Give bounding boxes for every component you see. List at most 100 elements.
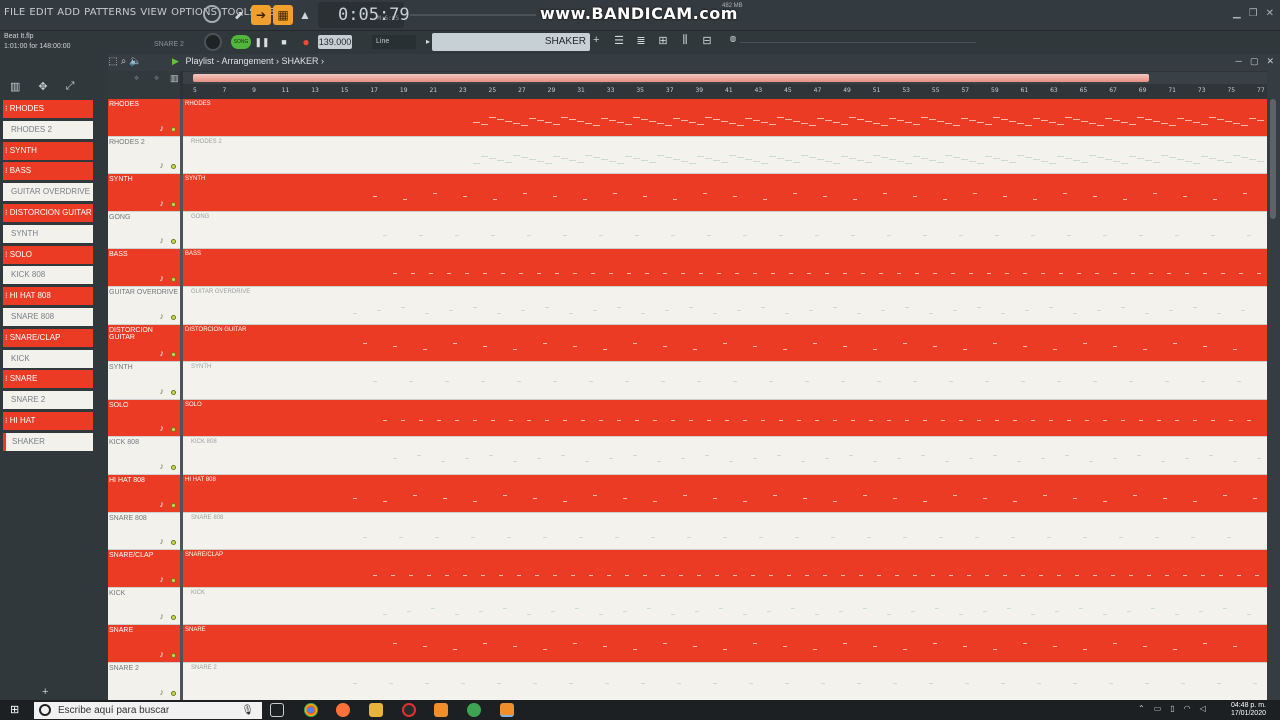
pattern-item[interactable]: ⁝ HI HAT 808	[3, 287, 93, 306]
fl-studio-icon[interactable]	[434, 703, 448, 717]
tempo-display[interactable]: 139.000	[318, 35, 352, 49]
track-header[interactable]: BASS ♪	[108, 249, 180, 287]
network-icon[interactable]: ▭	[1154, 704, 1162, 713]
track-header[interactable]: SYNTH ♪	[108, 362, 180, 400]
track-lane[interactable]: SYNTH	[183, 174, 1267, 212]
record-icon[interactable]: ●	[298, 34, 314, 50]
taskbar-search-box[interactable]: Escribe aquí para buscar 🎙	[34, 702, 262, 719]
menu-item-view[interactable]: VIEW	[140, 7, 167, 18]
pattern-item[interactable]: ⁝ SNARE	[3, 370, 93, 389]
time-display[interactable]: 0:05:79 M:S:CS	[318, 2, 410, 28]
pattern-selector[interactable]: SHAKER	[432, 33, 590, 51]
track-lane[interactable]: RHODES	[183, 99, 1267, 137]
track-mute-led[interactable]	[171, 615, 176, 621]
track-lane[interactable]: BASS	[183, 249, 1267, 287]
track-header[interactable]: DISTORCION GUITAR ♪	[108, 324, 180, 363]
bar-ruler[interactable]: 5 7 9 11 13 15 17 19 21 23 25 27 29 31 33 35 37 39 41 43 45 4…	[183, 85, 1267, 99]
add-pattern-icon[interactable]: +	[593, 34, 599, 46]
playback-tool-icon[interactable]: 🔈	[129, 56, 141, 67]
mixer-icon[interactable]: ⫼	[676, 34, 694, 50]
picker-view-icon[interactable]: ▥	[10, 80, 20, 98]
track-mute-led[interactable]	[171, 201, 176, 207]
bandicam-icon[interactable]	[402, 703, 416, 717]
microphone-icon[interactable]: 🎙	[241, 702, 254, 719]
track-header[interactable]: SNARE/CLAP ♪	[108, 550, 180, 588]
metronome-icon[interactable]: ▲	[295, 5, 315, 25]
menu-item-patterns[interactable]: PATTERNS	[84, 7, 136, 18]
track-mute-led[interactable]	[171, 239, 176, 245]
track-mute-led[interactable]	[171, 126, 176, 132]
track-header[interactable]: SNARE 2 ♪	[108, 663, 180, 701]
horizontal-scroll-thumb[interactable]	[193, 74, 1149, 82]
chrome-icon[interactable]	[304, 703, 318, 717]
pause-icon[interactable]: ❚❚	[254, 34, 270, 50]
pattern-item[interactable]: ⁝ RHODES	[3, 100, 93, 118]
vertical-scroll-thumb[interactable]	[1270, 99, 1276, 219]
track-lane[interactable]: KICK	[183, 587, 1267, 626]
pattern-item[interactable]: ⁝ SOLO	[3, 245, 93, 264]
piano-roll-icon[interactable]: ≣	[632, 34, 650, 50]
pattern-item[interactable]: RHODES 2	[3, 120, 93, 139]
corner-zoom-icon[interactable]: ✥	[154, 75, 159, 82]
track-header[interactable]: RHODES ♪	[108, 99, 180, 137]
pattern-item[interactable]: SYNTH	[3, 224, 93, 243]
step-edit-icon[interactable]: ➔	[251, 5, 271, 25]
pattern-item[interactable]: ⁝ SNARE/CLAP	[3, 328, 93, 347]
windows-start-icon[interactable]: ⊞	[10, 704, 22, 716]
track-mute-led[interactable]	[171, 540, 176, 546]
track-mute-led[interactable]	[171, 690, 176, 696]
wifi-icon[interactable]: ◠	[1184, 704, 1191, 713]
track-lane[interactable]: SYNTH	[183, 362, 1267, 400]
vertical-scrollbar[interactable]	[1267, 71, 1280, 700]
pattern-song-toggle[interactable]: SONG	[231, 35, 251, 49]
track-lane[interactable]: HI HAT 808	[183, 475, 1267, 513]
horizontal-scrollbar[interactable]	[183, 72, 1267, 84]
track-lane[interactable]: SOLO	[183, 399, 1267, 438]
track-header[interactable]: HI HAT 808 ♪	[108, 475, 180, 513]
track-mute-led[interactable]	[171, 314, 176, 320]
track-mute-led[interactable]	[171, 164, 176, 170]
playlist-maximize-icon[interactable]: ▢	[1250, 56, 1259, 67]
pattern-item[interactable]: ⁝ SYNTH	[3, 141, 93, 160]
pattern-item[interactable]: GUITAR OVERDRIVE	[3, 183, 93, 202]
recording-mode-icon[interactable]	[203, 5, 221, 23]
playlist-play-icon[interactable]: ▶	[172, 56, 179, 66]
picker-link-icon[interactable]: ⤢	[66, 80, 75, 98]
track-header[interactable]: SYNTH ♪	[108, 174, 180, 212]
track-lane[interactable]: SNARE 808	[183, 512, 1267, 551]
channel-rack-icon[interactable]: ⊞	[654, 34, 672, 50]
add-pattern-button[interactable]: +	[42, 686, 48, 698]
track-header[interactable]: SNARE ♪	[108, 625, 180, 663]
browser-icon[interactable]: ⊟	[698, 34, 716, 50]
track-mute-led[interactable]	[171, 652, 176, 658]
track-mute-led[interactable]	[171, 427, 176, 433]
pattern-item[interactable]: ⁝ DISTORCION GUITAR	[3, 203, 93, 222]
fl-studio-active-icon[interactable]	[500, 703, 514, 717]
pattern-item[interactable]: SHAKER	[3, 432, 93, 451]
taskbar-app-icon[interactable]	[467, 703, 481, 717]
corner-move-icon[interactable]: ✥	[134, 75, 139, 82]
battery-icon[interactable]: ▯	[1170, 704, 1174, 713]
arrangement-lanes[interactable]: RHODES RHODES 2 SYNTH GONG BASS GUITAR OVERDR…	[183, 99, 1267, 700]
pattern-item[interactable]: ⁝ BASS	[3, 162, 93, 181]
pattern-item[interactable]: KICK	[3, 349, 93, 368]
file-explorer-icon[interactable]	[369, 703, 383, 717]
track-lane[interactable]: KICK 808	[183, 437, 1267, 475]
track-header[interactable]: RHODES 2 ♪	[108, 136, 180, 175]
track-header[interactable]: KICK ♪	[108, 587, 180, 626]
task-view-icon[interactable]	[270, 703, 284, 717]
pattern-item[interactable]: SNARE 2	[3, 391, 93, 410]
track-mute-led[interactable]	[171, 276, 176, 282]
track-header[interactable]: SNARE 808 ♪	[108, 512, 180, 551]
volume-icon[interactable]: ◁	[1200, 704, 1206, 713]
menu-item-file[interactable]: FILE	[4, 7, 25, 18]
track-lane[interactable]: GUITAR OVERDRIVE	[183, 287, 1267, 325]
track-mute-led[interactable]	[171, 577, 176, 583]
track-header[interactable]: SOLO ♪	[108, 399, 180, 438]
tray-chevron-icon[interactable]: ⌃	[1138, 704, 1145, 713]
track-lane[interactable]: RHODES 2	[183, 136, 1267, 175]
track-mute-led[interactable]	[171, 352, 176, 358]
stop-icon[interactable]: ■	[276, 34, 292, 50]
pattern-item[interactable]: KICK 808	[3, 266, 93, 285]
taskbar-clock[interactable]: 04:48 p. m. 17/01/2020	[1231, 702, 1266, 718]
